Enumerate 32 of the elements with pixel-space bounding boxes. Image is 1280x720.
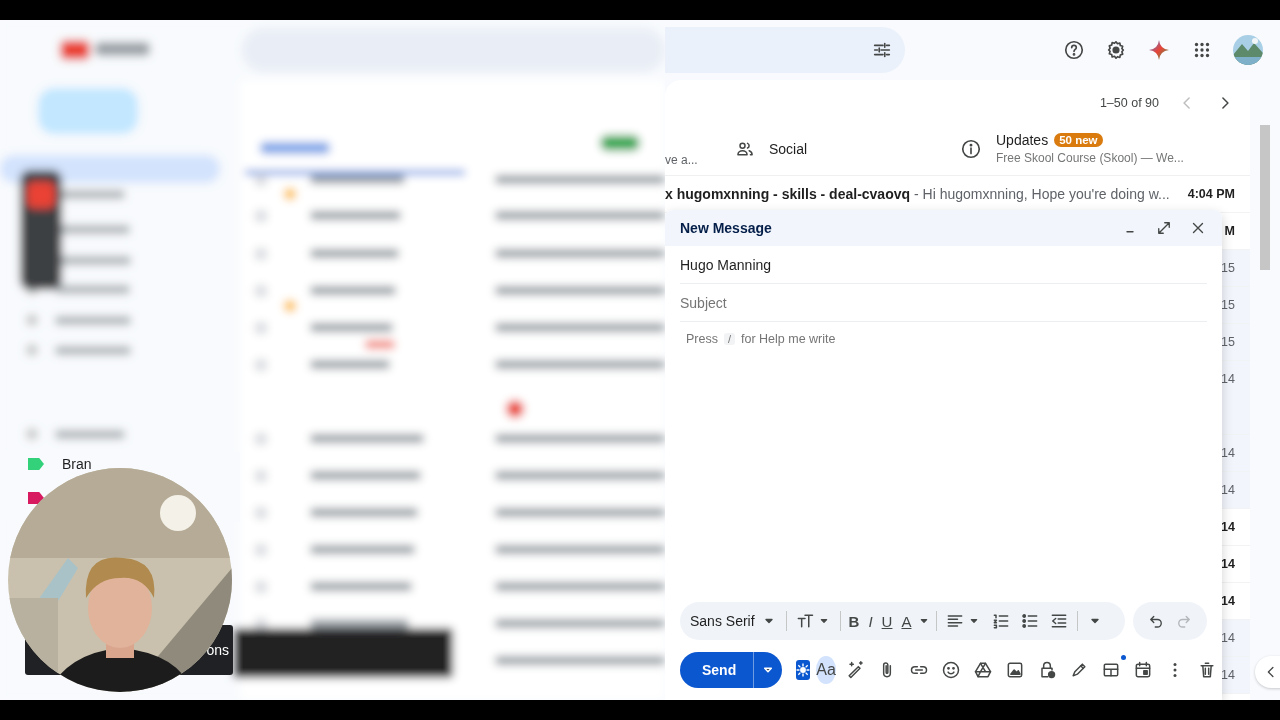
format-button[interactable]: A xyxy=(897,609,916,633)
format-button[interactable]: U xyxy=(877,609,897,633)
category-tab[interactable]: Updates 50 new Free Skool Course (Skool) — We... xyxy=(950,125,1194,175)
email-time: 15 xyxy=(1221,298,1236,312)
new-count-badge: 50 new xyxy=(1054,133,1103,147)
subject-field[interactable]: Subject xyxy=(680,294,1207,311)
email-time: 14 xyxy=(1221,594,1236,608)
recipient-field[interactable]: Hugo Manning xyxy=(680,256,1207,273)
page-range: 1–50 of 90 xyxy=(1099,95,1159,110)
label-name[interactable]: Bran xyxy=(62,456,92,472)
format-button[interactable]: I xyxy=(864,609,877,633)
email-time: 4:04 PM xyxy=(1187,187,1236,201)
email-time: 14 xyxy=(1221,668,1236,682)
email-time: 15 xyxy=(1221,261,1236,275)
email-subject: x hugomxnning - skills - deal-cvaovq xyxy=(665,186,911,202)
email-snippet: - Hi hugomxnning, Hope you're doing w... xyxy=(914,186,1170,202)
compose-title: New Message xyxy=(680,220,772,236)
email-time: 15 xyxy=(1221,335,1236,349)
email-time: 14 xyxy=(1221,520,1236,534)
email-time: M xyxy=(1224,224,1236,238)
formatting-options-button[interactable]: Aa xyxy=(816,656,836,684)
email-time: 14 xyxy=(1221,446,1236,460)
format-button[interactable]: B xyxy=(844,609,864,633)
email-time: 14 xyxy=(1221,372,1236,386)
tab-snippet: ve a... xyxy=(665,153,699,167)
email-time: 14 xyxy=(1221,557,1236,571)
email-time: 14 xyxy=(1221,631,1236,645)
category-tab[interactable]: Social xyxy=(725,125,950,175)
font-dropdown[interactable]: Sans Serif xyxy=(686,609,782,633)
snackbar-text: ons xyxy=(206,642,229,658)
body-hint: Press / for Help me write xyxy=(686,332,837,346)
email-time: 14 xyxy=(1221,483,1236,497)
